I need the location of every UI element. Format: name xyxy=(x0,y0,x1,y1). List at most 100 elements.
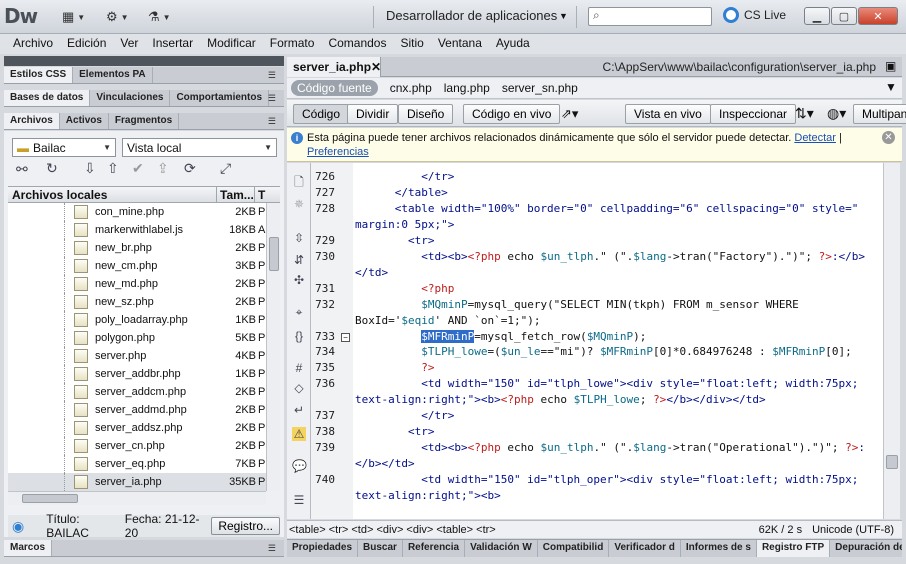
code-line[interactable]: margin:0 5px;"> xyxy=(355,218,454,231)
code-line[interactable]: <td><b><?php echo $un_tlph." (".$lang->t… xyxy=(355,441,865,454)
view-select[interactable]: Vista local ▼ xyxy=(122,138,277,157)
tag-selector[interactable]: <table> <tr> <td> <div> <div> <table> <t… xyxy=(289,524,496,536)
menu-comandos[interactable]: Comandos xyxy=(321,34,393,52)
code-line[interactable]: BoxId='$eqid' AND `on`=1;"); xyxy=(355,314,540,327)
collapse-tag-icon[interactable]: ⇳ xyxy=(292,231,306,245)
bottom-tab[interactable]: Informes de s xyxy=(681,540,757,557)
select-parent-tag-icon[interactable]: ⌖ xyxy=(292,305,306,319)
code-line[interactable]: <td><b><?php echo $un_tlph." (".$lang->t… xyxy=(355,250,865,263)
file-list-hscrollbar[interactable] xyxy=(8,491,266,505)
comment-icon[interactable]: 💬 xyxy=(292,459,307,473)
file-list-scrollbar[interactable] xyxy=(266,203,280,491)
collapse-block-icon[interactable]: − xyxy=(341,333,350,342)
panel-options-icon[interactable]: ☰ xyxy=(268,543,276,554)
code-line[interactable]: </tr> xyxy=(355,170,454,183)
code-line[interactable]: <td width="150" id="tlph_oper"><div styl… xyxy=(355,473,858,486)
file-row[interactable]: server.php 4KB P xyxy=(8,347,266,365)
code-line[interactable]: </td> xyxy=(355,266,388,279)
source-code-chip[interactable]: Código fuente xyxy=(291,80,378,96)
refresh-icon[interactable]: ↻ xyxy=(46,160,58,177)
file-row[interactable]: con_mine.php 2KB P xyxy=(8,203,266,221)
column-size[interactable]: Tam... xyxy=(220,188,254,202)
file-row[interactable]: server_ia.php 35KB P xyxy=(8,473,266,491)
related-file[interactable]: lang.php xyxy=(444,81,490,95)
balance-braces-icon[interactable]: {} xyxy=(292,329,306,343)
scroll-thumb[interactable] xyxy=(22,494,78,503)
tab-estilos-css[interactable]: Estilos CSS xyxy=(4,67,74,83)
file-row[interactable]: new_md.php 2KB P xyxy=(8,275,266,293)
code-line[interactable]: </table> xyxy=(355,186,448,199)
code-line[interactable]: </b></td> xyxy=(355,457,415,470)
menu-sitio[interactable]: Sitio xyxy=(393,34,430,52)
file-row[interactable]: server_addsz.php 2KB P xyxy=(8,419,266,437)
bottom-tab[interactable]: Verificador d xyxy=(609,540,681,557)
bottom-tab[interactable]: Propiedades xyxy=(287,540,359,557)
bottom-tab[interactable]: Compatibilid xyxy=(538,540,610,557)
menu-formato[interactable]: Formato xyxy=(263,34,322,52)
code-view-button[interactable]: Código xyxy=(293,104,350,124)
code-line[interactable]: <?php xyxy=(355,282,454,295)
check-out-icon[interactable]: ✔ xyxy=(132,160,144,177)
code-line[interactable]: <td width="150" id="tlph_lowe"><div styl… xyxy=(355,377,858,390)
log-button[interactable]: Registro... xyxy=(211,517,280,535)
put-files-icon[interactable]: ⇧ xyxy=(107,160,119,177)
inspect-button[interactable]: Inspeccionar xyxy=(710,104,797,124)
file-row[interactable]: server_cn.php 2KB P xyxy=(8,437,266,455)
bottom-tab[interactable]: Buscar xyxy=(358,540,403,557)
tab-archivos[interactable]: Archivos xyxy=(4,113,60,129)
check-in-icon[interactable]: ⇪ xyxy=(157,160,169,177)
bottom-tab[interactable]: Referencia xyxy=(403,540,466,557)
code-line[interactable]: </tr> xyxy=(355,409,454,422)
restore-icon[interactable]: ▣ xyxy=(885,59,896,73)
close-icon[interactable]: ✕ xyxy=(371,60,381,74)
code-line[interactable]: text-align:right;"><b><?php echo $TLPH_l… xyxy=(355,393,766,406)
live-code-button[interactable]: Código en vivo xyxy=(463,104,561,124)
tab-fragmentos[interactable]: Fragmentos xyxy=(109,113,180,129)
connect-icon[interactable]: ⚯ xyxy=(16,161,28,178)
file-row[interactable]: server_eq.php 7KB P xyxy=(8,455,266,473)
site-menu[interactable]: ⚗ ▼ xyxy=(148,7,171,27)
file-row[interactable]: server_addbr.php 1KB P xyxy=(8,365,266,383)
highlight-invalid-icon[interactable]: ◇ xyxy=(292,381,306,395)
scroll-thumb[interactable] xyxy=(269,237,279,271)
scroll-thumb[interactable] xyxy=(886,455,898,469)
tab-elementos-pa[interactable]: Elementos PA xyxy=(73,67,153,83)
detect-link[interactable]: Detectar xyxy=(794,132,836,144)
tab-marcos[interactable]: Marcos xyxy=(4,540,53,556)
live-view-button[interactable]: Vista en vivo xyxy=(625,104,711,124)
multiscreen-button[interactable]: Multipant xyxy=(853,104,906,124)
file-row[interactable]: server_addmd.php 2KB P xyxy=(8,401,266,419)
code-line[interactable]: $TLPH_lowe=($un_le=="mi")? $MFRminP[0]*0… xyxy=(355,345,852,358)
code-line[interactable]: <tr> xyxy=(355,425,435,438)
menu-edicion[interactable]: Edición xyxy=(60,34,113,52)
bottom-tab[interactable]: Validación W xyxy=(465,540,538,557)
menu-insertar[interactable]: Insertar xyxy=(145,34,200,52)
code-editor[interactable]: </tr> </table> <table width="100%" borde… xyxy=(353,163,883,519)
panel-options-icon[interactable]: ☰ xyxy=(268,116,276,127)
tab-vinculaciones[interactable]: Vinculaciones xyxy=(90,90,171,106)
panel-collapse-bar[interactable] xyxy=(4,56,284,66)
code-line[interactable]: <tr> xyxy=(355,234,435,247)
bottom-tab[interactable]: Depuración de xyxy=(830,540,902,557)
syntax-error-icon[interactable]: ⚠ xyxy=(292,427,306,441)
panel-options-icon[interactable]: ☰ xyxy=(268,93,276,104)
extend-menu[interactable]: ⚙ ▼ xyxy=(106,7,129,27)
line-numbers-icon[interactable]: # xyxy=(292,361,306,375)
column-type[interactable]: T xyxy=(258,188,265,202)
tab-activos[interactable]: Activos xyxy=(60,113,109,129)
get-files-icon[interactable]: ⇩ xyxy=(84,160,96,177)
file-row[interactable]: new_br.php 2KB P xyxy=(8,239,266,257)
maximize-button[interactable]: ▢ xyxy=(831,7,857,25)
workspace-switcher[interactable]: Desarrollador de aplicaciones xyxy=(386,8,557,23)
chevron-down-icon[interactable]: ▼ xyxy=(559,11,568,21)
preferences-link[interactable]: Preferencias xyxy=(307,146,369,158)
code-line[interactable]: $MFRminP=mysql_fetch_row($MQminP); xyxy=(355,329,646,343)
menu-archivo[interactable]: Archivo xyxy=(6,34,60,52)
code-scrollbar[interactable] xyxy=(883,163,900,519)
inspect-arrow-icon[interactable]: ⇗▾ xyxy=(561,106,578,122)
file-row[interactable]: new_sz.php 2KB P xyxy=(8,293,266,311)
show-code-navigator-icon[interactable]: ✵ xyxy=(292,197,306,211)
panel-options-icon[interactable]: ☰ xyxy=(268,70,276,81)
word-wrap-icon[interactable]: ↵ xyxy=(292,403,306,417)
minimize-button[interactable]: ▁ xyxy=(804,7,830,25)
